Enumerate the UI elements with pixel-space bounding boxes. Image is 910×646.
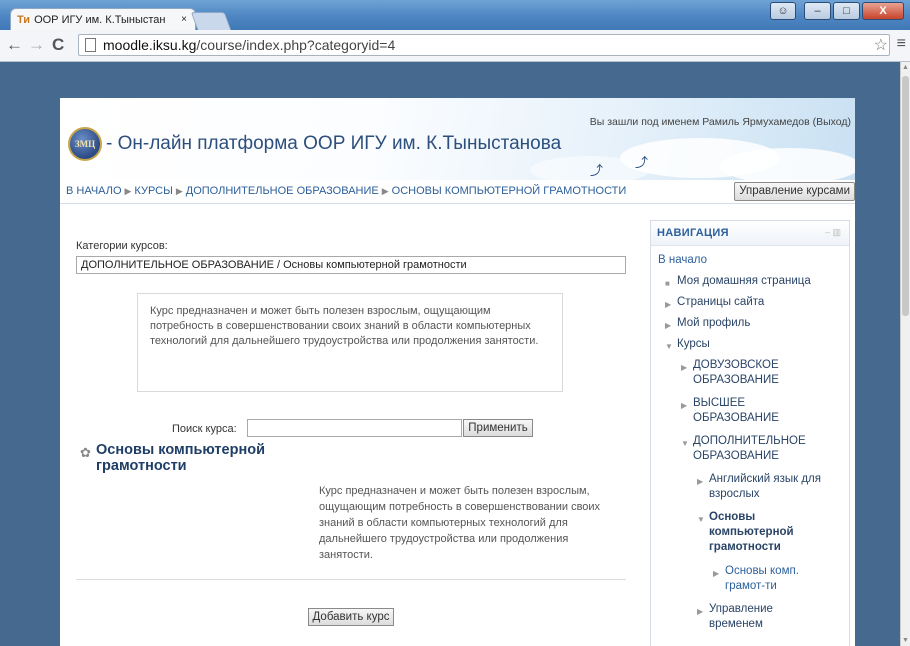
moodle-page: ⤴ ⤴ ЗМЦ - Он-лайн платформа ООР ИГУ им. … — [60, 98, 855, 646]
expand-arrow-icon: ▶ — [697, 477, 704, 486]
main-content: Категории курсов: ДОПОЛНИТЕЛЬНОЕ ОБРАЗОВ… — [60, 205, 645, 646]
nav-item-label: Основы компьютерной грамотности — [709, 511, 794, 553]
collapse-arrow-icon: ▼ — [697, 515, 705, 524]
maximize-button[interactable]: □ — [833, 2, 860, 20]
page-viewport: ⤴ ⤴ ЗМЦ - Он-лайн платформа ООР ИГУ им. … — [0, 62, 910, 646]
page-icon — [85, 38, 96, 52]
scrollbar-thumb[interactable] — [902, 76, 909, 316]
window-controls: ☺ – □ X — [770, 2, 904, 20]
nav-item-preuniversity[interactable]: ▶ ДОВУЗОВСКОЕ ОБРАЗОВАНИЕ — [681, 358, 831, 388]
nav-item-label: Управление временем — [709, 603, 773, 630]
category-select[interactable]: ДОПОЛНИТЕЛЬНОЕ ОБРАЗОВАНИЕ / Основы комп… — [76, 256, 626, 274]
add-course-button[interactable]: Добавить курс — [308, 608, 394, 626]
user-profile-icon[interactable]: ☺ — [770, 2, 796, 20]
url-path: /course/index.php?categoryid=4 — [196, 37, 396, 53]
browser-toolbar: ← → C moodle.iksu.kg/course/index.php?ca… — [0, 30, 910, 62]
nav-item-my-profile[interactable]: ▶ Мой профиль — [665, 316, 849, 331]
breadcrumb: В НАЧАЛО ▶ КУРСЫ ▶ ДОПОЛНИТЕЛЬНОЕ ОБРАЗОВАНИ… — [66, 185, 626, 197]
nav-item-label: Моя домашняя страница — [677, 275, 811, 287]
category-description: Курс предназначен и может быть полезен в… — [137, 293, 563, 392]
breadcrumb-home[interactable]: В НАЧАЛО — [66, 185, 122, 197]
site-favicon-icon: Ти — [17, 14, 31, 26]
block-dock-icon[interactable]: – ▥ — [825, 227, 841, 238]
nav-item-label: ДОПОЛНИТЕЛЬНОЕ ОБРАЗОВАНИЕ — [693, 435, 806, 462]
collapse-arrow-icon: ▼ — [681, 439, 689, 448]
collapse-arrow-icon: ▼ — [665, 342, 673, 351]
course-name-link[interactable]: Основы компьютерной грамотности — [96, 442, 316, 474]
category-label: Категории курсов: — [76, 240, 168, 252]
reload-icon[interactable]: C — [52, 36, 64, 54]
address-bar[interactable]: moodle.iksu.kg/course/index.php?category… — [78, 34, 890, 56]
expand-arrow-icon: ▶ — [665, 300, 672, 309]
bird-decoration-icon: ⤴ — [590, 163, 604, 178]
nav-item-label: Основы комп. грамот-ти — [725, 565, 799, 592]
course-search-label: Поиск курса: — [172, 423, 237, 435]
bullet-icon: ■ — [665, 279, 670, 288]
close-window-button[interactable]: X — [862, 2, 904, 20]
breadcrumb-bar: В НАЧАЛО ▶ КУРСЫ ▶ ДОПОЛНИТЕЛЬНОЕ ОБРАЗОВАНИ… — [60, 180, 855, 204]
nav-item-label: Мой профиль — [677, 317, 751, 329]
navigation-block: НАВИГАЦИЯ – ▥ В начало ■ Моя домашняя ст… — [650, 220, 850, 646]
forward-arrow-icon[interactable]: → — [28, 36, 45, 54]
course-icon: ✿ — [80, 445, 91, 460]
back-arrow-icon[interactable]: ← — [6, 36, 23, 54]
nav-item-higher[interactable]: ▶ ВЫСШЕЕ ОБРАЗОВАНИЕ — [681, 396, 831, 426]
scroll-up-icon[interactable]: ▲ — [902, 64, 909, 71]
scroll-down-icon[interactable]: ▼ — [902, 637, 909, 644]
window-titlebar: Ти ООР ИГУ им. К.Тыныстан × ☺ – □ X — [0, 0, 910, 31]
url-host: moodle.iksu.kg — [103, 37, 197, 53]
nav-item-label: ДОВУЗОВСКОЕ ОБРАЗОВАНИЕ — [693, 359, 779, 386]
expand-arrow-icon: ▶ — [713, 569, 720, 578]
site-title[interactable]: - Он-лайн платформа ООР ИГУ им. К.Тыныст… — [106, 133, 561, 155]
page-scrollbar[interactable]: ▲ ▼ — [900, 62, 910, 646]
tab-close-icon[interactable]: × — [181, 9, 187, 31]
university-logo[interactable]: ЗМЦ — [68, 127, 102, 161]
nav-item-basics[interactable]: ▼ Основы компьютерной грамотности — [697, 510, 837, 555]
bird-decoration-icon: ⤴ — [635, 155, 649, 170]
nav-item-additional[interactable]: ▼ ДОПОЛНИТЕЛЬНОЕ ОБРАЗОВАНИЕ — [681, 434, 831, 464]
nav-item-label: Английский язык для взрослых — [709, 473, 821, 500]
search-apply-button[interactable]: Применить — [463, 419, 533, 437]
nav-item-label: Страницы сайта — [677, 296, 765, 308]
expand-arrow-icon: ▶ — [665, 321, 672, 330]
browser-tab[interactable]: Ти ООР ИГУ им. К.Тыныстан × — [10, 8, 196, 31]
site-header: ⤴ ⤴ ЗМЦ - Он-лайн платформа ООР ИГУ им. … — [60, 98, 855, 180]
nav-item-label: ВЫСШЕЕ ОБРАЗОВАНИЕ — [693, 397, 779, 424]
expand-arrow-icon: ▶ — [681, 401, 688, 410]
course-summary: Курс предназначен и может быть полезен в… — [319, 485, 601, 561]
login-info[interactable]: Вы зашли под именем Рамиль Ярмухамедов (… — [590, 116, 851, 128]
nav-item-my-home[interactable]: ■ Моя домашняя страница — [665, 274, 849, 289]
divider — [76, 579, 626, 580]
nav-item-english[interactable]: ▶ Английский язык для взрослых — [697, 472, 837, 502]
expand-arrow-icon: ▶ — [697, 607, 704, 616]
course-search-input[interactable] — [247, 419, 462, 437]
navigation-block-title: НАВИГАЦИЯ — [657, 227, 729, 239]
minimize-button[interactable]: – — [804, 2, 831, 20]
breadcrumb-current[interactable]: ОСНОВЫ КОМПЬЮТЕРНОЙ ГРАМОТНОСТИ — [392, 185, 627, 197]
nav-item-time-management[interactable]: ▶ Управление временем — [697, 602, 837, 632]
nav-item-courses[interactable]: ▼ Курсы — [665, 337, 849, 352]
manage-courses-button[interactable]: Управление курсами — [734, 182, 855, 201]
breadcrumb-courses[interactable]: КУРСЫ — [134, 185, 172, 197]
tab-title: ООР ИГУ им. К.Тыныстан — [34, 14, 166, 26]
breadcrumb-separator-icon: ▶ — [175, 186, 183, 196]
browser-menu-icon[interactable]: ≡ — [897, 35, 906, 53]
breadcrumb-separator-icon: ▶ — [381, 186, 389, 196]
expand-arrow-icon: ▶ — [681, 363, 688, 372]
nav-item-site-pages[interactable]: ▶ Страницы сайта — [665, 295, 849, 310]
bookmark-star-icon[interactable]: ☆ — [874, 35, 888, 55]
breadcrumb-additional-education[interactable]: ДОПОЛНИТЕЛЬНОЕ ОБРАЗОВАНИЕ — [186, 185, 379, 197]
new-tab-button[interactable] — [190, 12, 232, 30]
navigation-block-header: НАВИГАЦИЯ – ▥ — [651, 221, 849, 246]
nav-home[interactable]: В начало — [658, 253, 707, 268]
breadcrumb-separator-icon: ▶ — [124, 186, 132, 196]
nav-item-basics-short[interactable]: ▶ Основы комп. грамот-ти — [713, 564, 843, 594]
